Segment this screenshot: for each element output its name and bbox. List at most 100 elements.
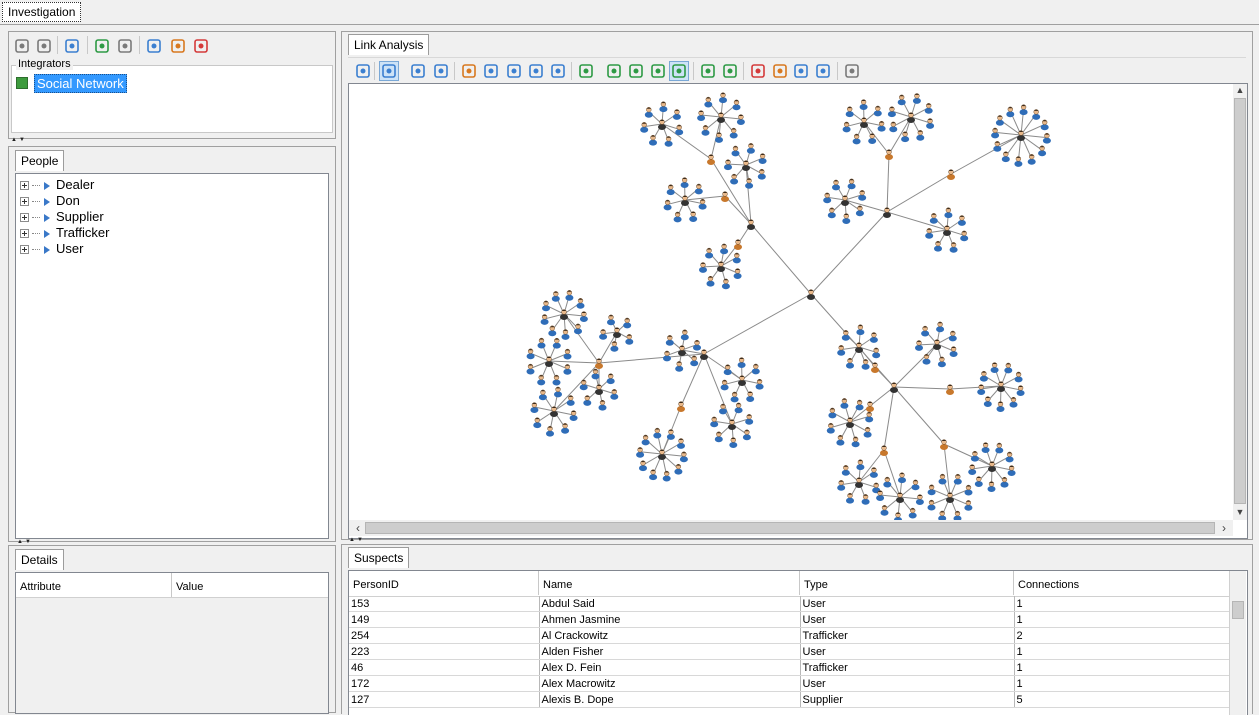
person-node-icon[interactable] [639,461,647,471]
table-row[interactable]: 46Alex D. FeinTrafficker1 [349,660,1229,676]
person-node-icon[interactable] [901,132,909,142]
person-node-icon[interactable] [964,500,972,510]
person-node-icon[interactable] [1020,105,1028,115]
person-node-icon[interactable] [988,482,996,492]
horizontal-scrollbar[interactable]: ‹ › [349,520,1233,536]
table-icon[interactable] [169,37,187,55]
person-node-icon[interactable] [950,242,958,252]
person-node-icon[interactable] [689,212,697,222]
person-node-icon[interactable] [663,351,671,361]
person-node-icon[interactable] [852,437,860,447]
graph-canvas[interactable]: ▲ ▼ ‹ › [348,83,1248,539]
person-node-icon[interactable] [938,357,946,367]
scroll-up-icon[interactable]: ▲ [1233,84,1247,96]
layout-hierarchy-icon[interactable] [649,62,667,80]
person-node-icon[interactable] [743,430,751,440]
person-node-icon[interactable] [1002,152,1010,162]
person-node-icon[interactable] [721,192,729,202]
person-node-icon[interactable] [856,400,864,410]
person-node-icon[interactable] [923,354,931,364]
person-node-icon[interactable] [898,473,906,483]
person-node-icon[interactable] [595,359,603,369]
tab-suspects[interactable]: Suspects [348,547,409,568]
person-node-icon[interactable] [883,477,891,487]
person-node-icon[interactable] [991,128,999,138]
person-node-icon[interactable] [898,95,906,105]
person-node-icon[interactable] [565,290,573,300]
scroll-thumb[interactable] [1234,98,1246,504]
person-node-icon[interactable] [731,392,739,402]
person-node-icon[interactable] [722,279,730,289]
tab-people[interactable]: People [15,150,64,171]
layout-tree-icon[interactable] [627,62,645,80]
person-node-icon[interactable] [758,169,766,179]
zoom-box-icon[interactable] [460,62,478,80]
person-node-icon[interactable] [548,326,556,336]
person-node-icon[interactable] [607,374,615,384]
person-node-icon[interactable] [880,446,888,456]
tree-item-don[interactable]: Don [20,193,80,209]
person-node-icon[interactable] [856,460,864,470]
person-node-icon[interactable] [562,330,570,340]
overview-icon[interactable] [354,62,372,80]
scroll-right-icon[interactable]: › [1217,520,1231,536]
person-node-icon[interactable] [734,240,742,250]
person-node-icon[interactable] [554,387,562,397]
person-node-icon[interactable] [663,471,671,481]
person-node-icon[interactable] [729,438,737,448]
person-node-icon[interactable] [649,470,657,480]
person-node-icon[interactable] [527,364,535,374]
person-node-icon[interactable] [874,106,882,116]
person-node-icon[interactable] [738,358,746,368]
person-node-icon[interactable] [607,315,615,325]
tree-item-dealer[interactable]: Dealer [20,177,94,193]
person-node-icon[interactable] [640,122,648,132]
layout-grid-icon[interactable] [577,62,595,80]
person-node-icon[interactable] [828,408,836,418]
person-node-icon[interactable] [1014,157,1022,167]
person-node-icon[interactable] [1006,107,1014,117]
person-node-icon[interactable] [846,493,854,503]
person-node-icon[interactable] [553,338,561,348]
undo-icon[interactable] [13,37,31,55]
person-node-icon[interactable] [724,365,732,375]
person-node-icon[interactable] [745,178,753,188]
person-node-icon[interactable] [982,443,990,453]
person-node-icon[interactable] [977,385,985,395]
column-value[interactable]: Value [172,573,328,597]
expand-icon[interactable] [20,245,29,254]
person-node-icon[interactable] [732,146,740,156]
expand-icon[interactable] [20,197,29,206]
network-graph[interactable] [349,84,1233,520]
person-node-icon[interactable] [868,134,876,144]
person-node-icon[interactable] [724,160,732,170]
expand-icon[interactable] [20,181,29,190]
expand-icon[interactable] [20,229,29,238]
person-node-icon[interactable] [664,200,672,210]
zoom-actual-icon[interactable] [549,62,567,80]
layout-organic-icon[interactable] [670,62,688,80]
person-node-icon[interactable] [625,334,633,344]
tab-investigation[interactable]: Investigation [2,2,81,22]
person-node-icon[interactable] [539,390,547,400]
person-node-icon[interactable] [649,135,657,145]
person-node-icon[interactable] [870,468,878,478]
person-node-icon[interactable] [653,428,661,438]
person-node-icon[interactable] [840,398,848,408]
person-node-icon[interactable] [577,298,585,308]
person-node-icon[interactable] [733,100,741,110]
expand-icon[interactable] [20,213,29,222]
person-node-icon[interactable] [570,411,578,421]
person-node-icon[interactable] [681,330,689,340]
person-node-icon[interactable] [542,301,550,311]
person-node-icon[interactable] [842,214,850,224]
person-node-icon[interactable] [735,403,743,413]
layout-circle-icon[interactable] [605,62,623,80]
person-node-icon[interactable] [991,363,999,373]
person-node-icon[interactable] [856,325,864,335]
person-node-icon[interactable] [680,452,688,462]
person-node-icon[interactable] [1038,146,1046,156]
person-node-icon[interactable] [699,263,707,273]
person-node-icon[interactable] [675,125,683,135]
person-node-icon[interactable] [1015,372,1023,382]
